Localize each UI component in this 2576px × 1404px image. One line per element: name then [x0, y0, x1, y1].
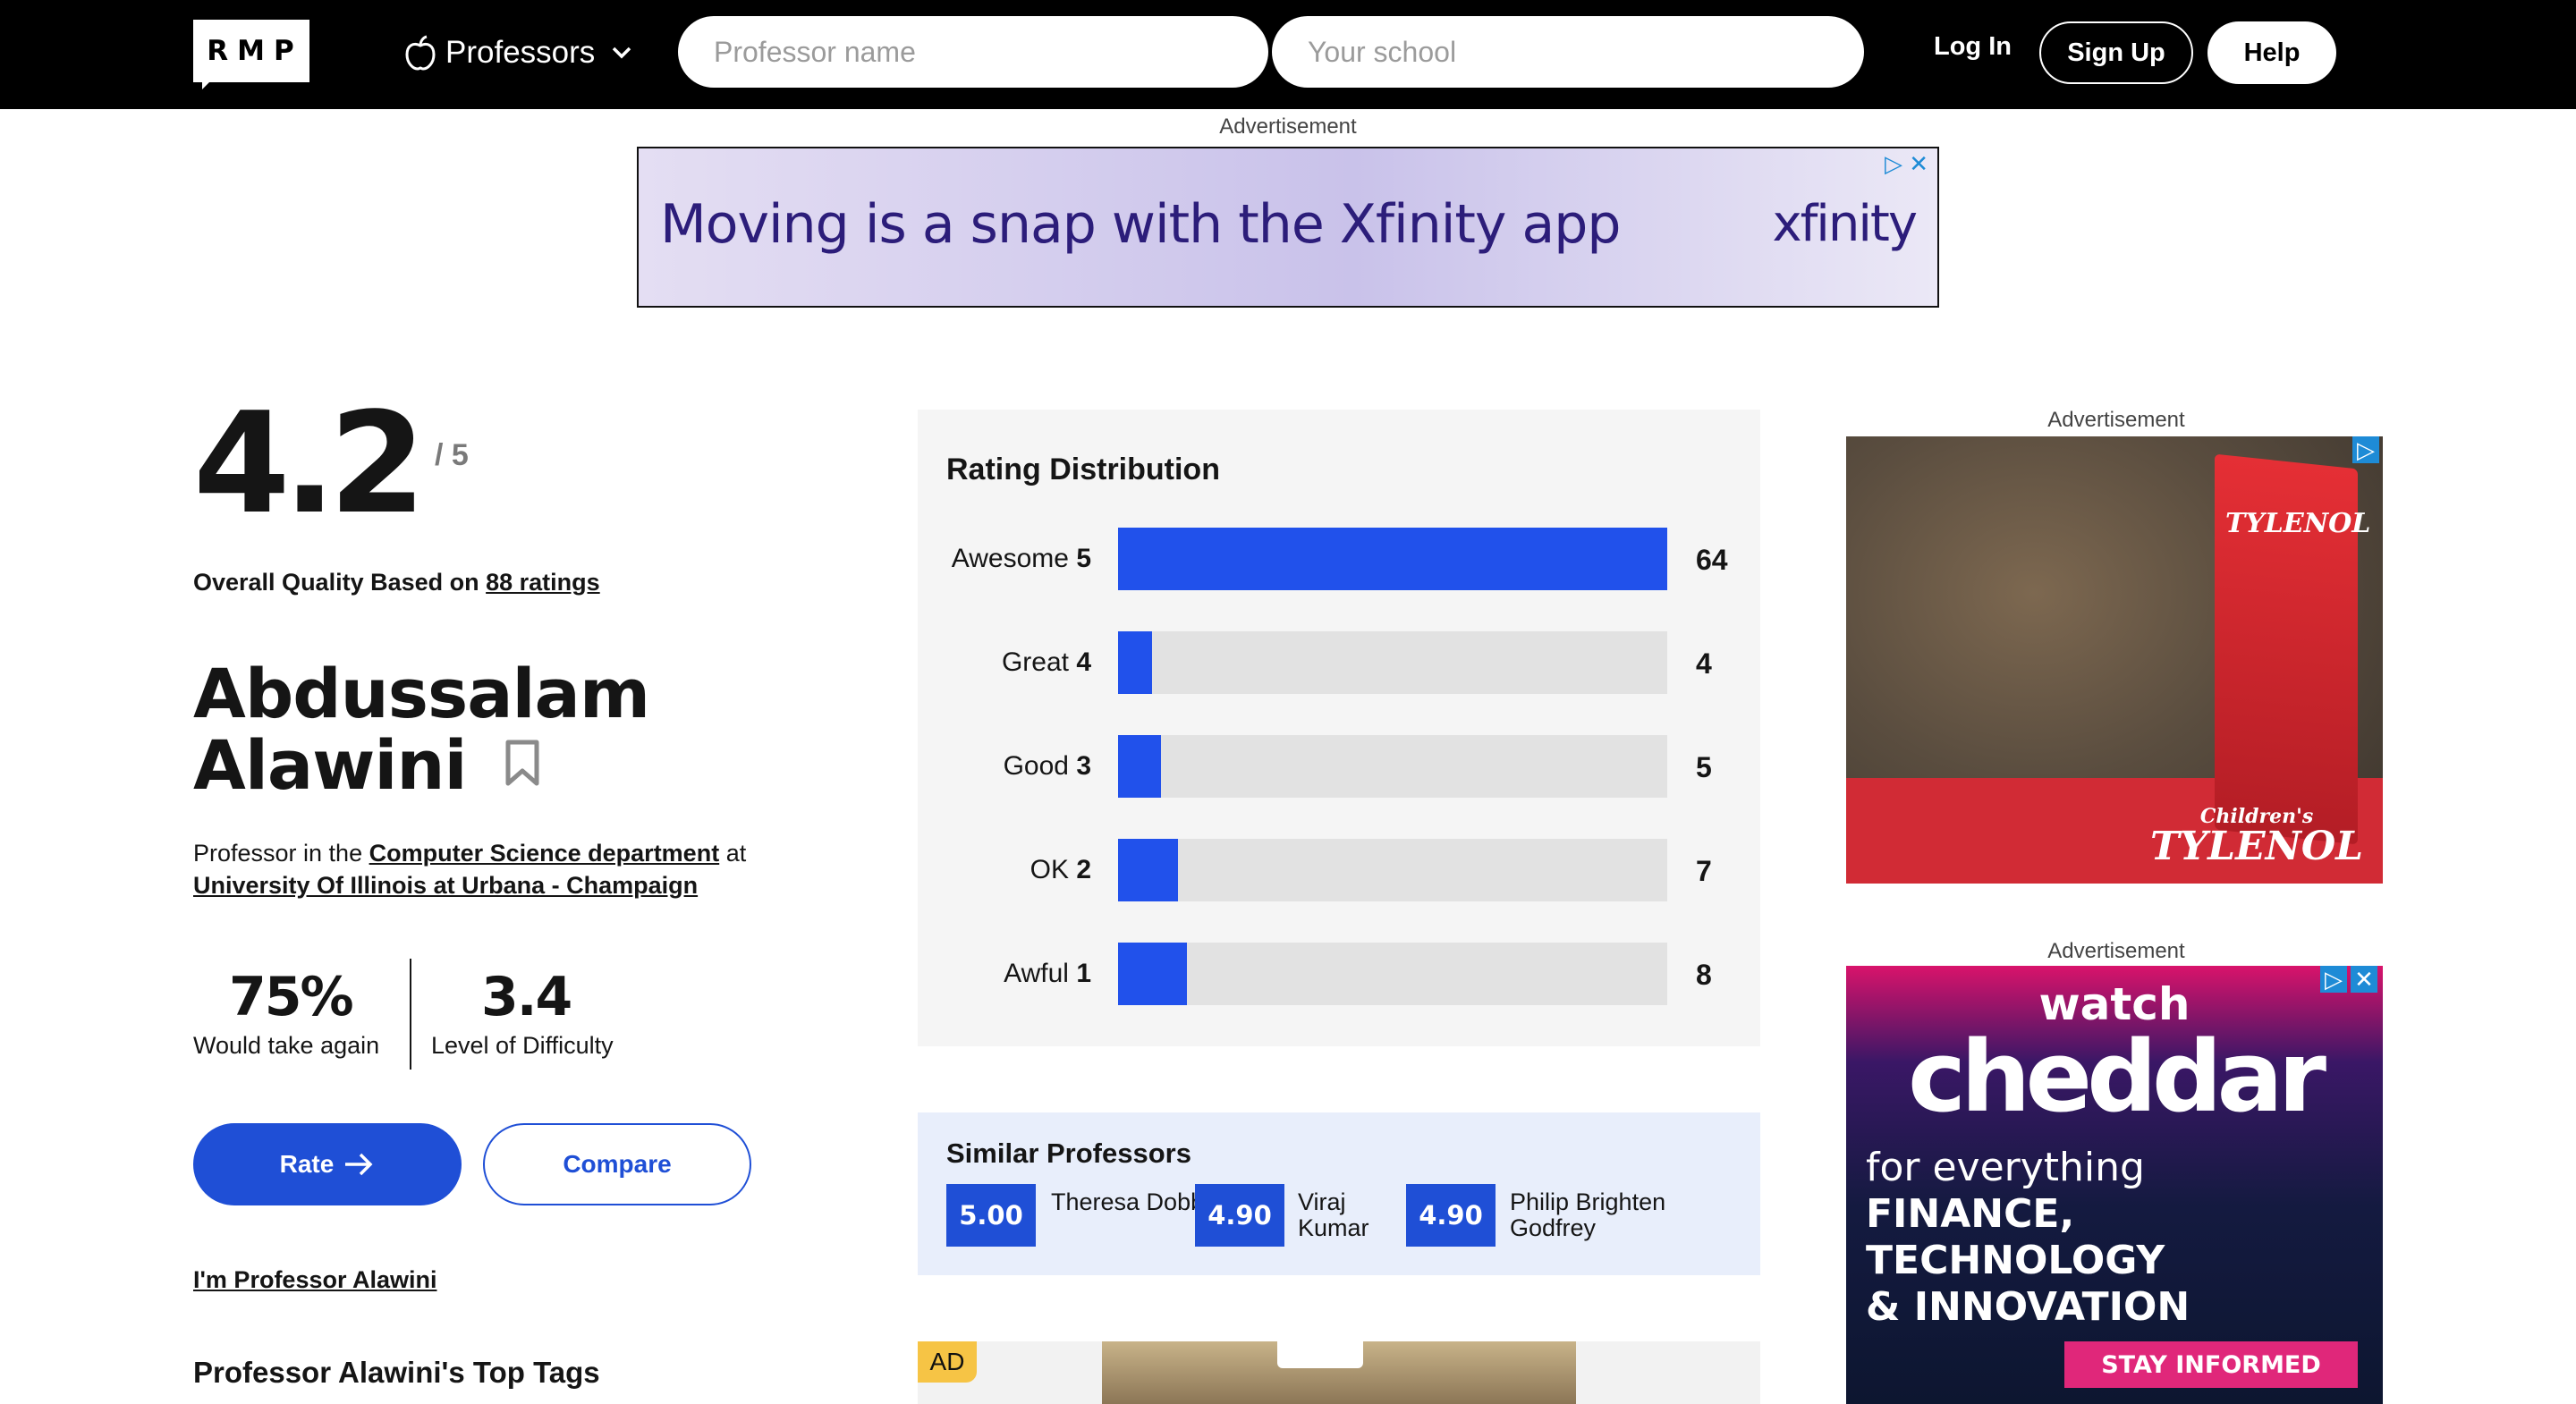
distribution-bar-track	[1118, 631, 1667, 694]
distribution-label-text: Good	[1003, 751, 1069, 781]
quality-prefix: Overall Quality Based on	[193, 569, 487, 596]
professor-first-name: Abdussalam	[193, 654, 650, 733]
distribution-bar-fill	[1118, 528, 1667, 590]
distribution-score: 2	[1076, 855, 1091, 884]
signup-button[interactable]: Sign Up	[2039, 21, 2193, 84]
similar-professor-name[interactable]: Philip Brighten Godfrey	[1510, 1189, 1733, 1241]
ad-brand: cheddar	[1907, 1019, 2326, 1134]
login-link[interactable]: Log In	[1934, 32, 2012, 62]
arrow-right-icon	[345, 1153, 373, 1176]
rate-label: Rate	[279, 1150, 335, 1178]
distribution-bar-track	[1118, 839, 1667, 901]
claim-professor-link[interactable]: I'm Professor Alawini	[193, 1266, 437, 1294]
chevron-down-icon	[613, 47, 631, 59]
top-banner-ad[interactable]: Moving is a snap with the Xfinity app xf…	[637, 147, 1939, 308]
distribution-count: 8	[1696, 959, 1712, 991]
ad-badge: AD	[918, 1341, 977, 1383]
ad-headline: Moving is a snap with the Xfinity app	[660, 193, 1621, 256]
similar-professor-rating[interactable]: 4.90	[1195, 1184, 1284, 1247]
similar-professor-rating[interactable]: 5.00	[946, 1184, 1036, 1247]
category-label: Professors	[445, 35, 596, 70]
distribution-score: 4	[1076, 647, 1091, 677]
dept-prefix: Professor in the	[193, 840, 369, 867]
distribution-row-label: Awesome 5	[912, 544, 1091, 574]
help-button[interactable]: Help	[2207, 21, 2336, 84]
distribution-count: 4	[1696, 647, 1712, 680]
distribution-bar-fill	[1118, 839, 1178, 901]
distribution-row-label: Awful 1	[912, 959, 1091, 989]
distribution-score: 5	[1076, 544, 1091, 573]
distribution-label-text: Great	[1001, 647, 1069, 677]
top-tags-heading: Professor Alawini's Top Tags	[193, 1356, 600, 1389]
professor-name-search-input[interactable]	[678, 16, 1268, 88]
distribution-label-text: OK	[1030, 855, 1069, 884]
tylenol-ad[interactable]: TYLENOL Children's TYLENOL ▷	[1846, 436, 2383, 884]
overall-rating-score: 4.2	[193, 382, 426, 545]
compare-button[interactable]: Compare	[483, 1123, 751, 1205]
ad-brand-logo: xfinity	[1772, 195, 1918, 253]
ad-choices-icon[interactable]: ▷ ✕	[1885, 150, 1928, 178]
top-navigation-bar: RMP Professors Log In Sign Up Help	[0, 0, 2576, 109]
would-take-again-value: 75%	[229, 966, 354, 1028]
distribution-score: 3	[1076, 751, 1091, 781]
department-info: Professor in the Computer Science depart…	[193, 837, 746, 901]
ad-video-thumbnail	[1102, 1341, 1576, 1404]
ad-choices-icon[interactable]: ▷	[2352, 436, 2379, 463]
ad-brand-line2: TYLENOL	[2150, 824, 2364, 869]
distribution-label-text: Awful	[1004, 959, 1069, 988]
ratings-count-link[interactable]: 88 ratings	[486, 569, 600, 596]
cheddar-ad[interactable]: watch cheddar for everything FINANCE, TE…	[1846, 966, 2383, 1404]
similar-professor-rating[interactable]: 4.90	[1406, 1184, 1496, 1247]
department-link[interactable]: Computer Science department	[369, 840, 720, 867]
distribution-bar-track	[1118, 943, 1667, 1005]
ad-cta-button[interactable]: STAY INFORMED	[2064, 1341, 2358, 1388]
bottom-video-ad[interactable]	[918, 1341, 1760, 1404]
advertisement-label: Advertisement	[2047, 408, 2185, 432]
distribution-count: 7	[1696, 855, 1712, 887]
distribution-bar-fill	[1118, 735, 1161, 798]
ad-tagline-line3: & INNOVATION	[1866, 1284, 2190, 1330]
bookmark-icon[interactable]	[503, 739, 542, 787]
professor-last-name: Alawini	[193, 725, 468, 805]
school-search-input[interactable]	[1272, 16, 1864, 88]
difficulty-value: 3.4	[481, 966, 572, 1028]
advertisement-label: Advertisement	[2047, 939, 2185, 963]
ad-close-icon[interactable]: ✕	[2351, 966, 2377, 993]
logo-tail-shape	[202, 77, 227, 89]
distribution-score: 1	[1076, 959, 1091, 988]
distribution-bar-track	[1118, 735, 1667, 798]
rmp-logo[interactable]: RMP	[193, 20, 309, 82]
advertisement-label: Advertisement	[1219, 114, 1357, 139]
school-link[interactable]: University Of Illinois at Urbana - Champ…	[193, 872, 698, 899]
product-box-label: TYLENOL	[2225, 508, 2371, 539]
ad-brand: Children's TYLENOL	[2150, 807, 2363, 867]
ad-tagline-line1: for everything	[1866, 1145, 2145, 1190]
distribution-bar-track	[1118, 528, 1667, 590]
distribution-label-text: Awesome	[951, 544, 1069, 573]
similar-professors-title: Similar Professors	[946, 1138, 1191, 1169]
ad-tagline-line2: FINANCE, TECHNOLOGY	[1866, 1191, 2165, 1283]
category-dropdown[interactable]: Professors	[404, 27, 641, 79]
stat-divider	[410, 959, 411, 1070]
distribution-row-label: OK 2	[912, 855, 1091, 885]
logo-text: RMP	[207, 35, 303, 67]
distribution-row-label: Good 3	[912, 751, 1091, 782]
distribution-row-label: Great 4	[912, 647, 1091, 678]
distribution-count: 5	[1696, 751, 1712, 783]
distribution-count: 64	[1696, 544, 1728, 576]
difficulty-label: Level of Difficulty	[431, 1032, 614, 1059]
apple-icon	[405, 35, 436, 71]
dept-mid: at	[719, 840, 747, 867]
ad-tagline: for everything FINANCE, TECHNOLOGY & INN…	[1866, 1145, 2383, 1331]
similar-professor-name[interactable]: Viraj Kumar	[1298, 1189, 1396, 1241]
rating-max: / 5	[435, 438, 469, 472]
ad-choices-icon[interactable]: ▷	[2320, 966, 2347, 993]
overall-quality-line: Overall Quality Based on 88 ratings	[193, 569, 600, 596]
rating-distribution-title: Rating Distribution	[946, 452, 1220, 486]
professor-name: Abdussalam Alawini	[193, 654, 650, 805]
distribution-bar-fill	[1118, 943, 1187, 1005]
rate-button[interactable]: Rate	[193, 1123, 462, 1205]
would-take-again-label: Would take again	[193, 1032, 380, 1059]
distribution-bar-fill	[1118, 631, 1152, 694]
